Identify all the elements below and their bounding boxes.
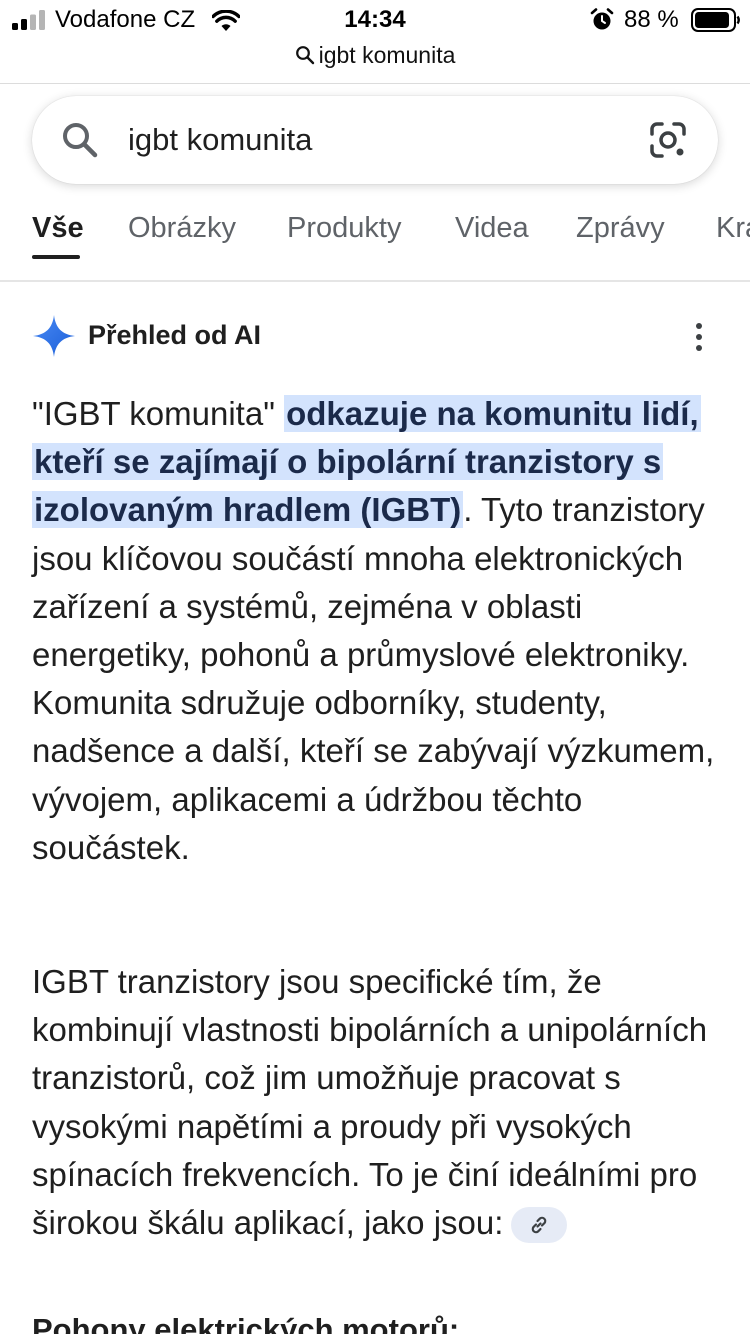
search-tabs: Vše Obrázky Produkty Videa Zprávy Kra bbox=[0, 200, 750, 262]
alarm-icon bbox=[590, 8, 614, 30]
search-box[interactable]: igbt komunita bbox=[32, 96, 718, 184]
divider bbox=[0, 83, 750, 84]
ai-overview-paragraph: "IGBT komunita" odkazuje na komunitu lid… bbox=[32, 390, 722, 872]
status-bar: Vodafone CZ 14:34 88 % bbox=[0, 0, 750, 40]
divider bbox=[0, 280, 750, 282]
source-link-button[interactable] bbox=[511, 1207, 568, 1244]
tab-videos[interactable]: Videa bbox=[455, 212, 529, 245]
tab-images[interactable]: Obrázky bbox=[128, 212, 236, 245]
section-heading: Pohony elektrických motorů: bbox=[32, 1312, 460, 1334]
paragraph-text: . Tyto tranzistory jsou klíčovou součást… bbox=[32, 491, 715, 866]
battery-icon bbox=[691, 8, 740, 32]
url-bar[interactable]: igbt komunita bbox=[0, 40, 750, 70]
url-text: igbt komunita bbox=[318, 41, 456, 68]
quoted-term: "IGBT komunita" bbox=[32, 395, 275, 432]
ai-overview-header: Přehled od AI bbox=[32, 312, 722, 362]
lens-camera-icon[interactable] bbox=[646, 118, 690, 162]
battery-percentage: 88 % bbox=[624, 6, 679, 33]
tab-news[interactable]: Zprávy bbox=[576, 212, 665, 245]
link-icon bbox=[532, 1217, 547, 1234]
sparkle-icon bbox=[33, 315, 75, 357]
tab-more[interactable]: Kra bbox=[716, 212, 750, 245]
ai-overview-paragraph: IGBT tranzistory jsou specifické tím, že… bbox=[32, 958, 722, 1247]
ai-overview-title: Přehled od AI bbox=[88, 320, 262, 350]
search-icon bbox=[295, 46, 314, 65]
tab-products[interactable]: Produkty bbox=[287, 212, 401, 245]
search-icon[interactable] bbox=[60, 120, 100, 160]
search-input[interactable]: igbt komunita bbox=[128, 118, 312, 162]
active-tab-indicator bbox=[32, 255, 80, 259]
more-vert-icon[interactable] bbox=[692, 322, 706, 352]
tab-all[interactable]: Vše bbox=[32, 212, 84, 245]
paragraph-text: IGBT tranzistory jsou specifické tím, že… bbox=[32, 963, 708, 1242]
